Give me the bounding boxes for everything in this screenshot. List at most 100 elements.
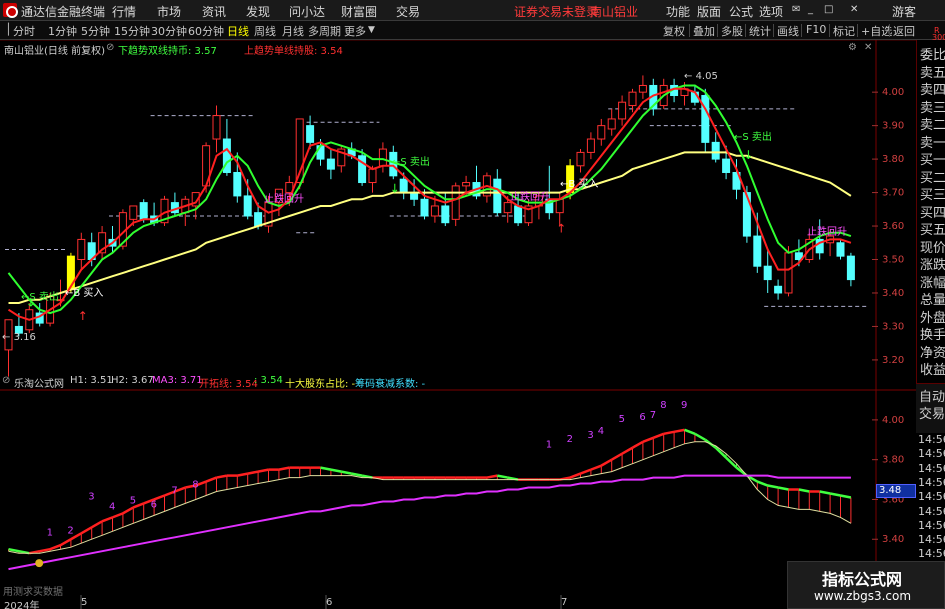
- quote-field-label: 委比: [920, 48, 945, 63]
- time-label: 14:56: [918, 533, 945, 547]
- quote-field-label: 卖二: [920, 118, 945, 133]
- period-tab-1min[interactable]: 1分钟: [48, 23, 77, 39]
- indicator-toggle-icon[interactable]: ⊘: [106, 42, 114, 53]
- count-mark: 3: [587, 430, 593, 441]
- candle-body: [753, 235, 762, 267]
- candle-body: [306, 125, 315, 143]
- time-label: 14:56: [918, 547, 945, 561]
- tool-add-favorite[interactable]: +自选: [861, 23, 892, 39]
- ribbon-top-segment: [278, 466, 290, 471]
- ribbon-top-segment: [80, 526, 93, 535]
- tool-mark[interactable]: 标记: [833, 23, 855, 39]
- stock-label: 南山铝业(日线 前复权): [4, 46, 105, 57]
- tool-f10[interactable]: F10: [806, 23, 826, 36]
- candle-body: [441, 205, 450, 224]
- ribbon-top-segment: [569, 472, 581, 479]
- period-tab-5min[interactable]: 5分钟: [81, 23, 110, 39]
- period-tab-more[interactable]: 更多: [344, 23, 366, 39]
- time-label: 14:56: [918, 518, 945, 532]
- count-mark: 4: [598, 426, 604, 437]
- price-tick-label: 3.30: [882, 321, 904, 332]
- ribbon-top-segment: [39, 547, 51, 553]
- chevron-down-icon[interactable]: ▼: [368, 25, 375, 35]
- period-tab-60min[interactable]: 60分钟: [188, 23, 224, 39]
- panel-close-icon[interactable]: ✕: [864, 42, 872, 53]
- quote-field-label: 卖三: [920, 100, 945, 116]
- menu-item-discover[interactable]: 发现: [246, 3, 270, 20]
- ribbon-top-segment: [330, 468, 342, 473]
- menu-item-wealth[interactable]: 财富圈: [341, 3, 377, 20]
- chat-icon[interactable]: ✉: [792, 4, 800, 15]
- ribbon-top-segment: [756, 480, 769, 487]
- current-value-text: 3.48: [879, 485, 902, 496]
- menu-item-layout[interactable]: 版面: [697, 3, 721, 20]
- period-tab-15min[interactable]: 15分钟: [114, 23, 150, 39]
- menu-item-trade[interactable]: 交易: [396, 3, 420, 20]
- candle-body: [493, 178, 502, 214]
- period-tab-30min[interactable]: 30分钟: [151, 23, 187, 39]
- price-tick-label: 3.90: [882, 121, 904, 132]
- menu-item-quotes[interactable]: 行情: [112, 3, 136, 20]
- price-tick-label: 3.60: [882, 221, 904, 232]
- period-tab-intraday[interactable]: 分时: [13, 23, 35, 39]
- lower-h2-value: H2: 3.67: [111, 375, 154, 386]
- menu-item-market[interactable]: 市场: [157, 3, 181, 20]
- count-mark: 1: [546, 440, 552, 451]
- tool-draw-line[interactable]: 画线: [777, 23, 799, 39]
- top-menu-bar: 通达信金融终端 行情 市场 资讯 发现 问小达 财富圈 交易 证券交易未登录 南…: [0, 0, 945, 21]
- stock-name-title: 南山铝业: [590, 5, 639, 19]
- auto-trade-box[interactable]: 自动 交易: [916, 383, 945, 433]
- candle-body: [399, 178, 408, 194]
- settings-gear-icon[interactable]: ⚙: [848, 42, 857, 53]
- quote-field-label: 买二: [920, 170, 945, 186]
- tool-statistics[interactable]: 统计: [749, 23, 771, 39]
- period-tab-daily[interactable]: 日线: [227, 23, 249, 39]
- kline-chart[interactable]: 4.00 3.90 3.80 3.70 3.60 3.50 3.40 3.30 3.20 4.00…: [0, 40, 916, 609]
- candle-body: [77, 238, 86, 261]
- ribbon-top-segment: [590, 464, 602, 471]
- close-icon[interactable]: ✕: [850, 4, 858, 15]
- rebound-signal-label: 止跌回升: [510, 192, 550, 203]
- auto-trade-label[interactable]: 交易: [919, 403, 945, 422]
- login-status[interactable]: 证券交易未登录: [514, 3, 598, 20]
- menu-item-options[interactable]: 选项: [759, 3, 783, 20]
- ribbon-top-segment: [673, 428, 685, 434]
- guest-login[interactable]: 游客: [892, 3, 916, 20]
- tool-back[interactable]: 返回: [893, 23, 915, 39]
- period-tab-monthly[interactable]: 月线: [282, 23, 304, 39]
- money-bag-icon: [35, 559, 44, 568]
- price-tick-label: 3.50: [882, 255, 904, 266]
- ribbon-top-segment: [112, 512, 124, 519]
- tool-overlay[interactable]: 叠加: [693, 23, 715, 39]
- ribbon-top-segment: [580, 468, 592, 475]
- candle-body: [139, 202, 148, 220]
- tool-adjust-price[interactable]: 复权: [663, 23, 685, 39]
- ribbon-top-segment: [237, 472, 248, 477]
- menu-item-formula[interactable]: 公式: [729, 3, 753, 20]
- menu-item-news[interactable]: 资讯: [202, 3, 226, 20]
- ribbon-top-segment: [684, 428, 696, 435]
- lower-open-line-value: 开拓线: 3.54: [199, 379, 258, 390]
- candle-body: [774, 285, 783, 294]
- month-label: 5: [81, 597, 88, 608]
- price-tick-label: 3.20: [882, 355, 904, 366]
- candle-body: [701, 95, 710, 143]
- time-label: 14:56: [918, 475, 945, 489]
- minimize-icon[interactable]: _: [808, 4, 813, 15]
- count-mark: 6: [151, 499, 157, 510]
- tool-multi-stock[interactable]: 多股: [721, 23, 743, 39]
- price-tick-label: 3.70: [882, 188, 904, 199]
- ma-yellow-line: [8, 151, 852, 304]
- ribbon-top-segment: [798, 488, 810, 493]
- indicator-toggle-icon[interactable]: ⊘: [2, 375, 10, 386]
- period-tab-weekly[interactable]: 周线: [254, 23, 276, 39]
- quote-field-label: 换手: [920, 328, 945, 343]
- menu-item-ask[interactable]: 问小达: [289, 3, 325, 20]
- quote-field-label: 卖四: [920, 83, 945, 98]
- ribbon-top-segment: [49, 544, 61, 551]
- menu-item-function[interactable]: 功能: [666, 3, 690, 20]
- period-tab-multi[interactable]: 多周期: [308, 23, 341, 39]
- count-mark: 1: [47, 527, 53, 538]
- maximize-icon[interactable]: □: [824, 4, 833, 15]
- period-tab-timeshare[interactable]: │: [5, 23, 12, 36]
